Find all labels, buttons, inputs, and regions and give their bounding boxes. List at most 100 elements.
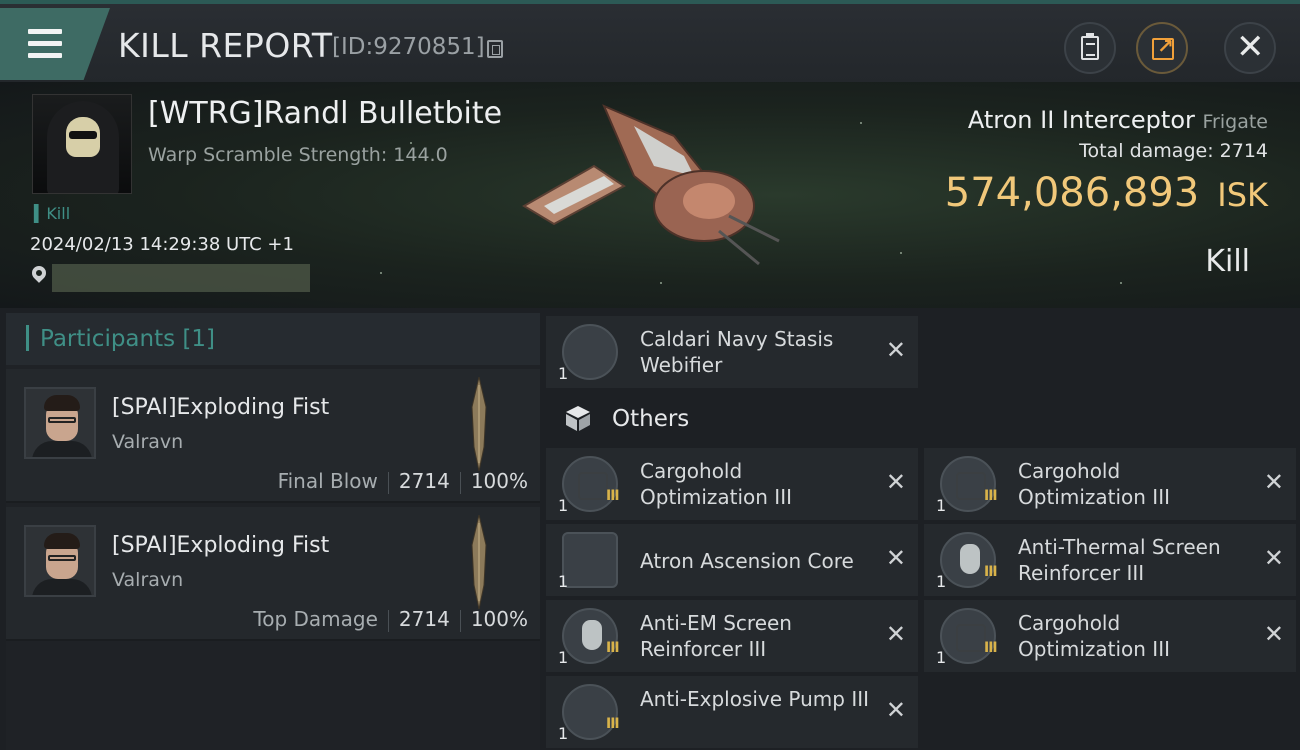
destroyed-icon: ✕ [1263,620,1284,648]
star [660,282,662,284]
participant-row[interactable]: [SPAI]Exploding Fist Valravn Final Blow 2… [6,369,540,503]
participant-avatar[interactable] [24,387,96,459]
copy-id-icon[interactable] [487,40,503,58]
total-damage-value: 2714 [1219,140,1268,162]
menu-button[interactable] [0,8,110,80]
participant-stats: Top Damage 2714 100% [253,607,528,632]
kill-tag-label: Kill [46,204,71,223]
item-card[interactable]: 1 III Anti-EM Screen Reinforcer III ✕ [546,600,918,672]
total-damage: Total damage: 2714 [1079,140,1268,162]
item-quantity: 1 [558,496,569,515]
participant-role: Final Blow [277,469,378,493]
victim-name[interactable]: [WTRG]Randl Bulletbite [148,96,502,131]
warp-scramble-strength: Warp Scramble Strength: 144.0 [148,144,448,166]
item-tech-level: III [984,640,998,656]
item-quantity: 1 [558,364,569,383]
item-quantity: 1 [558,572,569,591]
victim-portrait[interactable] [32,94,132,194]
destroyed-icon: ✕ [885,336,906,364]
destroyed-icon: ✕ [885,544,906,572]
close-button[interactable]: ✕ [1224,22,1276,74]
share-icon [1152,34,1174,60]
destroyed-icon: ✕ [1263,544,1284,572]
close-icon: ✕ [1236,27,1265,67]
item-card[interactable]: 1 III Anti-Thermal Screen Reinforcer III… [924,524,1296,596]
kill-datetime: 2024/02/13 14:29:38 UTC +1 [30,234,294,255]
participants-header[interactable]: Participants [1] [6,313,540,365]
avatar-hair [44,533,80,549]
menu-icon-bar [28,41,62,46]
item-card[interactable]: 1 III Cargohold Optimization III ✕ [924,448,1296,520]
result-label: Kill [1205,244,1250,279]
star [380,272,382,274]
item-name: Cargohold Optimization III [640,459,792,509]
location-redacted [52,264,310,292]
participant-damage: 2714 [398,607,450,631]
page-title: KILL REPORT [118,26,333,65]
ship-image [522,104,780,266]
item-card[interactable]: 1 Caldari Navy Stasis Webifier ✕ [546,316,918,388]
item-name: Anti-Explosive Pump III [640,687,870,711]
avatar-body [32,441,92,457]
isk-value: 574,086,893 ISK [945,170,1268,216]
avatar-glasses [48,417,76,423]
destroyed-icon: ✕ [885,620,906,648]
item-quantity: 1 [936,496,947,515]
others-section-header[interactable]: Others [546,394,918,444]
kill-tag: ▍Kill [34,204,71,223]
stasis-webifier-icon [562,324,618,380]
stat-divider [387,471,389,494]
isk-amount: 574,086,893 [944,170,1200,216]
star [1120,282,1122,284]
share-button[interactable] [1136,22,1188,74]
item-name: Anti-Thermal Screen Reinforcer III [1018,535,1221,585]
portrait-visor [69,131,97,139]
item-card[interactable]: 1 III Cargohold Optimization III ✕ [924,600,1296,672]
item-quantity: 1 [558,648,569,667]
item-tech-level: III [984,488,998,504]
participant-percent: 100% [470,607,528,631]
isk-unit: ISK [1217,176,1268,214]
ascension-core-icon [562,532,618,588]
item-card[interactable]: 1 Atron Ascension Core ✕ [546,524,918,596]
avatar-glasses [48,555,76,561]
item-tech-level: III [606,640,620,656]
cube-icon [566,406,590,431]
participant-row[interactable]: [SPAI]Exploding Fist Valravn Top Damage 2… [6,507,540,641]
destroyed-icon: ✕ [885,696,906,724]
participant-ship-icon[interactable] [468,515,490,609]
item-tech-level: III [606,488,620,504]
participants-label: Participants [1] [40,326,215,352]
participant-avatar[interactable] [24,525,96,597]
menu-icon-bar [28,53,62,58]
ship-name: Atron II Interceptor [967,106,1195,134]
participant-name: [SPAI]Exploding Fist [112,533,330,558]
avatar-hair [44,395,80,411]
ship-class: Frigate [1202,111,1268,133]
star [900,252,902,254]
item-card[interactable]: 1 III Cargohold Optimization III ✕ [546,448,918,520]
item-card[interactable]: 1 III Anti-Explosive Pump III ✕ [546,676,918,748]
ship-type[interactable]: Atron II Interceptor Frigate [968,106,1268,134]
participant-damage: 2714 [398,469,450,493]
item-name: Atron Ascension Core [640,549,854,573]
avatar-body [32,579,92,595]
clipboard-icon [1081,33,1099,60]
item-name: Cargohold Optimization III [1018,611,1170,661]
item-name: Caldari Navy Stasis Webifier [640,327,834,377]
item-quantity: 1 [558,724,569,743]
clipboard-button[interactable] [1064,22,1116,74]
title-bar: KILL REPORT [ID:9270851] ✕ [0,0,1300,82]
total-damage-label: Total damage: [1079,140,1214,162]
item-tech-level: III [606,716,620,732]
destroyed-icon: ✕ [885,468,906,496]
stat-divider [387,609,389,632]
others-label: Others [612,406,690,432]
report-id: [ID:9270851] [332,34,485,60]
participant-role: Top Damage [253,607,378,631]
participant-ship-icon[interactable] [468,377,490,471]
item-tech-level: III [984,564,998,580]
item-name: Anti-EM Screen Reinforcer III [640,611,792,661]
stat-divider [459,609,461,632]
item-name: Cargohold Optimization III [1018,459,1170,509]
